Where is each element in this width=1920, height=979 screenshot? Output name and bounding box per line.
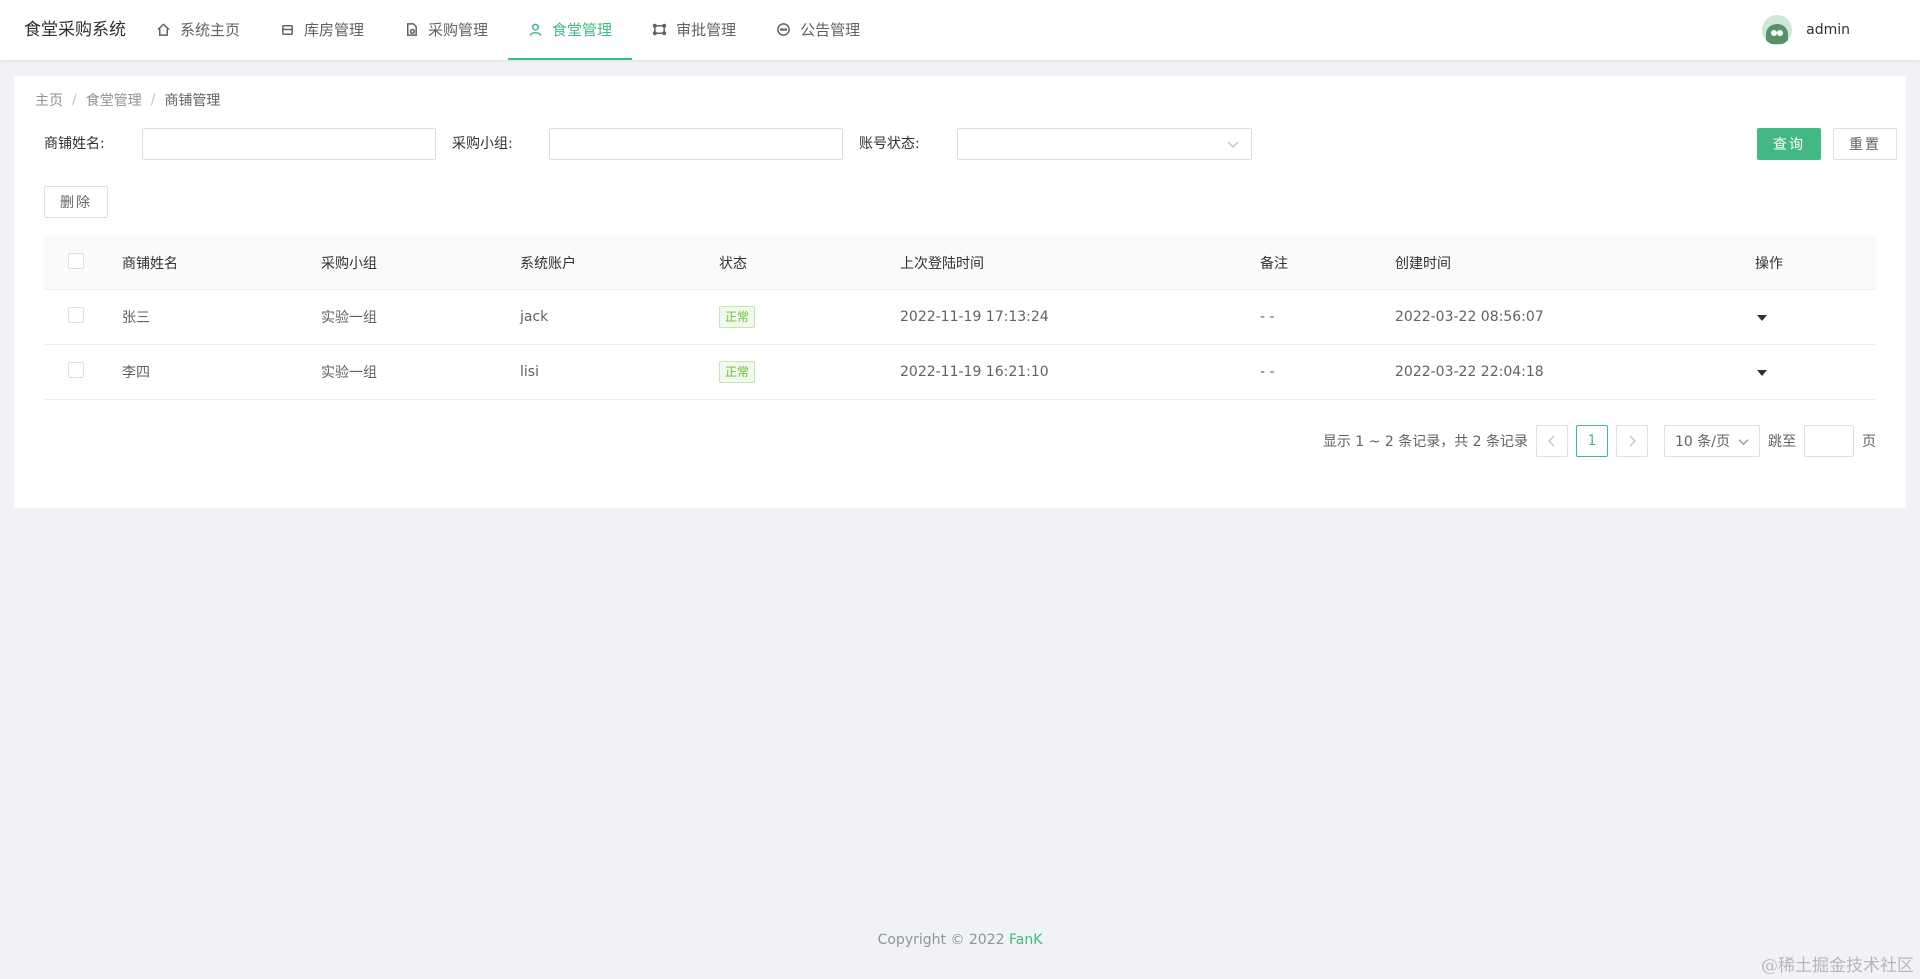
- jump-page-input[interactable]: [1804, 425, 1854, 457]
- group-input[interactable]: [549, 128, 843, 160]
- page-number-current[interactable]: 1: [1576, 425, 1608, 457]
- status-label: 账号状态:: [859, 136, 920, 152]
- cell-account: jack: [520, 309, 549, 325]
- cell-note: - -: [1260, 364, 1275, 380]
- cell-last-login: 2022-11-19 17:13:24: [900, 309, 1049, 325]
- breadcrumb-separator: /: [150, 92, 156, 108]
- nav-item-label: 系统主页: [180, 20, 241, 39]
- table-row: 张三 实验一组 jack 正常 2022-11-19 17:13:24 - - …: [44, 290, 1876, 345]
- nav-item-purchase[interactable]: 采购管理: [384, 0, 508, 60]
- table-header: 商铺姓名 采购小组 系统账户 状态 上次登陆时间 备注 创建时间 操作: [44, 236, 1876, 290]
- pagination: 显示 1 ~ 2 条记录，共 2 条记录 1 10 条/页 跳至 页: [1323, 425, 1876, 457]
- page-size-value: 10 条/页: [1675, 434, 1730, 450]
- column-header: 状态: [719, 255, 747, 272]
- chevron-left-icon: [1548, 435, 1555, 447]
- nav-item-canteen[interactable]: 食堂管理: [508, 0, 633, 60]
- cell-shop-name: 李四: [122, 365, 150, 381]
- query-button[interactable]: 查询: [1757, 128, 1821, 160]
- cell-shop-name: 张三: [122, 310, 150, 326]
- cell-group: 实验一组: [321, 365, 377, 381]
- cell-group: 实验一组: [321, 310, 377, 326]
- nav-item-home[interactable]: 系统主页: [136, 0, 260, 60]
- reset-button[interactable]: 重置: [1833, 128, 1897, 160]
- nav-item-notice[interactable]: 公告管理: [756, 0, 880, 60]
- column-header: 创建时间: [1395, 255, 1451, 272]
- frame-icon: [652, 23, 667, 35]
- user-menu[interactable]: admin: [1762, 0, 1850, 60]
- top-navigation-bar: 食堂采购系统 系统主页 库房管理 采购管理 食堂管理 审批管理 公告管理 adm…: [0, 0, 1920, 60]
- shop-table: 商铺姓名 采购小组 系统账户 状态 上次登陆时间 备注 创建时间 操作 张三 实…: [44, 236, 1876, 400]
- avatar-icon[interactable]: [1762, 15, 1793, 45]
- row-checkbox[interactable]: [68, 362, 84, 378]
- column-header: 操作: [1755, 255, 1783, 272]
- nav-item-approval[interactable]: 审批管理: [632, 0, 756, 60]
- footer: Copyright © 2022 FanK: [0, 932, 1920, 948]
- status-badge: 正常: [719, 306, 756, 328]
- nav-item-label: 采购管理: [428, 20, 489, 39]
- cell-created: 2022-03-22 22:04:18: [1395, 364, 1544, 380]
- select-all-checkbox[interactable]: [68, 252, 84, 269]
- author-link[interactable]: FanK: [1009, 932, 1042, 948]
- nav-item-label: 公告管理: [800, 20, 861, 39]
- breadcrumb-current: 商铺管理: [164, 93, 221, 109]
- caret-down-icon[interactable]: [1757, 370, 1767, 376]
- status-select[interactable]: [957, 128, 1252, 160]
- main-nav: 系统主页 库房管理 采购管理 食堂管理 审批管理 公告管理: [136, 0, 880, 60]
- column-header: 备注: [1260, 255, 1288, 272]
- breadcrumb-separator: /: [72, 92, 77, 108]
- document-icon: [407, 22, 417, 36]
- home-icon: [157, 22, 170, 36]
- box-icon: [282, 24, 293, 35]
- breadcrumb-home[interactable]: 主页: [35, 90, 63, 110]
- cell-last-login: 2022-11-19 16:21:10: [900, 364, 1049, 380]
- watermark: @稀土掘金技术社区: [1761, 956, 1914, 976]
- content-card: 主页 / 食堂管理 / 商铺管理 商铺姓名: 采购小组: 账号状态: 查询 重置…: [14, 76, 1906, 508]
- caret-down-icon[interactable]: [1757, 315, 1767, 321]
- shop-name-label: 商铺姓名:: [44, 136, 105, 152]
- prev-page-button[interactable]: [1536, 425, 1568, 457]
- copyright-text: Copyright © 2022: [877, 932, 1005, 948]
- username[interactable]: admin: [1806, 22, 1850, 38]
- group-label: 采购小组:: [452, 136, 513, 152]
- table-row: 李四 实验一组 lisi 正常 2022-11-19 16:21:10 - - …: [44, 345, 1876, 400]
- row-checkbox[interactable]: [68, 307, 84, 323]
- chevron-down-icon: [1227, 141, 1239, 148]
- nav-item-label: 食堂管理: [552, 20, 613, 39]
- page-size-select[interactable]: 10 条/页: [1664, 425, 1760, 457]
- pagination-total: 显示 1 ~ 2 条记录，共 2 条记录: [1322, 434, 1528, 450]
- next-page-button[interactable]: [1616, 425, 1648, 457]
- column-header: 上次登陆时间: [900, 255, 984, 272]
- chevron-right-icon: [1629, 435, 1636, 447]
- chevron-down-icon: [1738, 439, 1749, 446]
- breadcrumb-canteen[interactable]: 食堂管理: [86, 90, 142, 110]
- cell-note: - -: [1260, 309, 1275, 325]
- nav-item-warehouse[interactable]: 库房管理: [260, 0, 384, 60]
- filter-form: 商铺姓名: 采购小组: 账号状态: 查询 重置: [44, 128, 1897, 160]
- column-header: 系统账户: [520, 255, 576, 272]
- column-header: 商铺姓名: [122, 255, 178, 272]
- chat-icon: [777, 22, 790, 36]
- nav-item-label: 审批管理: [676, 20, 737, 39]
- breadcrumb: 主页 / 食堂管理 / 商铺管理: [35, 90, 220, 110]
- page-suffix-label: 页: [1862, 434, 1876, 450]
- nav-item-label: 库房管理: [304, 20, 365, 39]
- status-badge: 正常: [719, 361, 756, 383]
- column-header: 采购小组: [321, 255, 377, 272]
- shop-name-input[interactable]: [142, 128, 436, 160]
- app-title: 食堂采购系统: [24, 20, 126, 40]
- cell-created: 2022-03-22 08:56:07: [1395, 309, 1544, 325]
- user-icon: [529, 23, 542, 36]
- cell-account: lisi: [520, 364, 539, 380]
- jump-label: 跳至: [1768, 434, 1796, 450]
- delete-button[interactable]: 删除: [44, 186, 108, 218]
